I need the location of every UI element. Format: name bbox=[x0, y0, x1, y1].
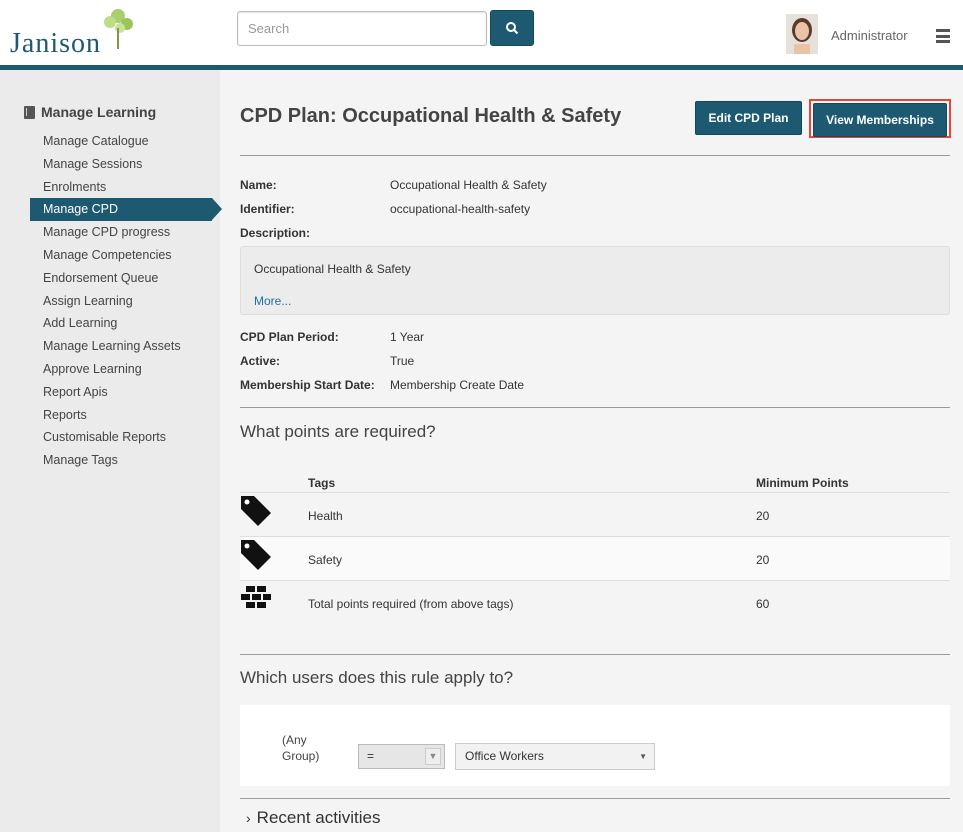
sidebar: Manage Learning Manage Catalogue Manage … bbox=[0, 70, 222, 832]
row-tag-name: Total points required (from above tags) bbox=[308, 597, 514, 611]
search-button[interactable] bbox=[490, 10, 534, 46]
row-min-points: 20 bbox=[756, 553, 770, 567]
view-memberships-highlight: View Memberships bbox=[809, 99, 951, 138]
search-input[interactable] bbox=[237, 11, 487, 46]
sidebar-nav: Manage Catalogue Manage Sessions Enrolme… bbox=[30, 130, 222, 472]
operator-select[interactable]: = ▼ bbox=[358, 744, 445, 769]
table-row: Health 20 bbox=[240, 492, 950, 536]
description-box: Occupational Health & Safety More... bbox=[240, 246, 950, 315]
sidebar-item-enrolments[interactable]: Enrolments bbox=[30, 176, 220, 199]
sidebar-item-report-apis[interactable]: Report Apis bbox=[30, 381, 220, 404]
sidebar-item-manage-competencies[interactable]: Manage Competencies bbox=[30, 244, 220, 267]
hamburger-menu-icon[interactable] bbox=[936, 29, 950, 43]
logo-text: Janison bbox=[10, 28, 101, 59]
top-header: Janison Administrator bbox=[0, 0, 963, 66]
sidebar-item-assign-learning[interactable]: Assign Learning bbox=[30, 290, 220, 313]
bricks-icon bbox=[241, 586, 271, 608]
sidebar-title-label: Manage Learning bbox=[41, 104, 157, 120]
divider bbox=[240, 407, 950, 408]
row-tag-name: Health bbox=[308, 509, 343, 523]
user-photo-icon bbox=[786, 14, 818, 54]
users-heading: Which users does this rule apply to? bbox=[240, 668, 514, 687]
sidebar-item-customisable-reports[interactable]: Customisable Reports bbox=[30, 426, 220, 449]
operator-value: = bbox=[367, 749, 375, 763]
col-header-tags: Tags bbox=[308, 476, 336, 490]
tag-icon bbox=[241, 496, 271, 526]
caret-down-icon: ▼ bbox=[639, 752, 647, 761]
identifier-value: occupational-health-safety bbox=[390, 202, 531, 216]
more-link[interactable]: More... bbox=[254, 294, 291, 308]
recent-activities-toggle[interactable]: › Recent activities bbox=[246, 808, 380, 828]
recent-activities-label: Recent activities bbox=[256, 808, 381, 827]
sidebar-item-manage-cpd-progress[interactable]: Manage CPD progress bbox=[30, 221, 220, 244]
edit-cpd-plan-button[interactable]: Edit CPD Plan bbox=[695, 101, 802, 135]
sidebar-item-approve-learning[interactable]: Approve Learning bbox=[30, 358, 220, 381]
chevron-down-icon: ▼ bbox=[425, 748, 441, 765]
sidebar-item-manage-learning-assets[interactable]: Manage Learning Assets bbox=[30, 335, 220, 358]
table-row: Total points required (from above tags) … bbox=[240, 580, 950, 624]
tag-icon bbox=[241, 540, 271, 570]
divider bbox=[240, 155, 950, 156]
points-heading: What points are required? bbox=[240, 422, 436, 441]
name-label: Name: bbox=[240, 178, 277, 192]
sidebar-title: Manage Learning bbox=[24, 104, 156, 120]
user-name[interactable]: Administrator bbox=[831, 28, 908, 43]
row-min-points: 60 bbox=[756, 597, 770, 611]
divider bbox=[240, 654, 950, 655]
janison-logo[interactable]: Janison bbox=[10, 4, 140, 62]
sidebar-item-add-learning[interactable]: Add Learning bbox=[30, 312, 220, 335]
description-text: Occupational Health & Safety bbox=[254, 262, 411, 276]
description-label: Description: bbox=[240, 226, 311, 240]
sidebar-item-endorsement-queue[interactable]: Endorsement Queue bbox=[30, 267, 220, 290]
page-title: CPD Plan: Occupational Health & Safety bbox=[240, 105, 622, 127]
any-group-label: (Any Group) bbox=[282, 732, 319, 764]
active-label: Active: bbox=[240, 354, 281, 368]
name-value: Occupational Health & Safety bbox=[390, 178, 547, 192]
sidebar-item-reports[interactable]: Reports bbox=[30, 404, 220, 427]
any-group-line-2: Group) bbox=[282, 749, 320, 763]
col-header-minimum-points: Minimum Points bbox=[756, 476, 849, 490]
sidebar-item-manage-tags[interactable]: Manage Tags bbox=[30, 449, 220, 472]
search-icon bbox=[506, 22, 519, 35]
sidebar-item-manage-catalogue[interactable]: Manage Catalogue bbox=[30, 130, 220, 153]
period-label: CPD Plan Period: bbox=[240, 330, 339, 344]
start-date-value: Membership Create Date bbox=[390, 378, 525, 392]
avatar[interactable] bbox=[786, 14, 818, 54]
active-value: True bbox=[390, 354, 415, 368]
book-icon bbox=[24, 105, 35, 119]
group-value: Office Workers bbox=[465, 749, 544, 763]
sidebar-item-manage-sessions[interactable]: Manage Sessions bbox=[30, 153, 220, 176]
row-min-points: 20 bbox=[756, 509, 770, 523]
divider bbox=[240, 798, 950, 799]
row-tag-name: Safety bbox=[308, 553, 343, 567]
sidebar-item-manage-cpd[interactable]: Manage CPD bbox=[30, 198, 222, 222]
period-value: 1 Year bbox=[390, 330, 425, 344]
group-select[interactable]: Office Workers ▼ bbox=[455, 743, 655, 770]
table-row: Safety 20 bbox=[240, 536, 950, 580]
any-group-line-1: (Any bbox=[282, 733, 307, 747]
identifier-label: Identifier: bbox=[240, 202, 295, 216]
start-date-label: Membership Start Date: bbox=[240, 378, 375, 392]
rule-box: (Any Group) = ▼ Office Workers ▼ bbox=[240, 705, 950, 786]
chevron-right-icon: › bbox=[246, 810, 251, 826]
view-memberships-button[interactable]: View Memberships bbox=[813, 103, 947, 137]
